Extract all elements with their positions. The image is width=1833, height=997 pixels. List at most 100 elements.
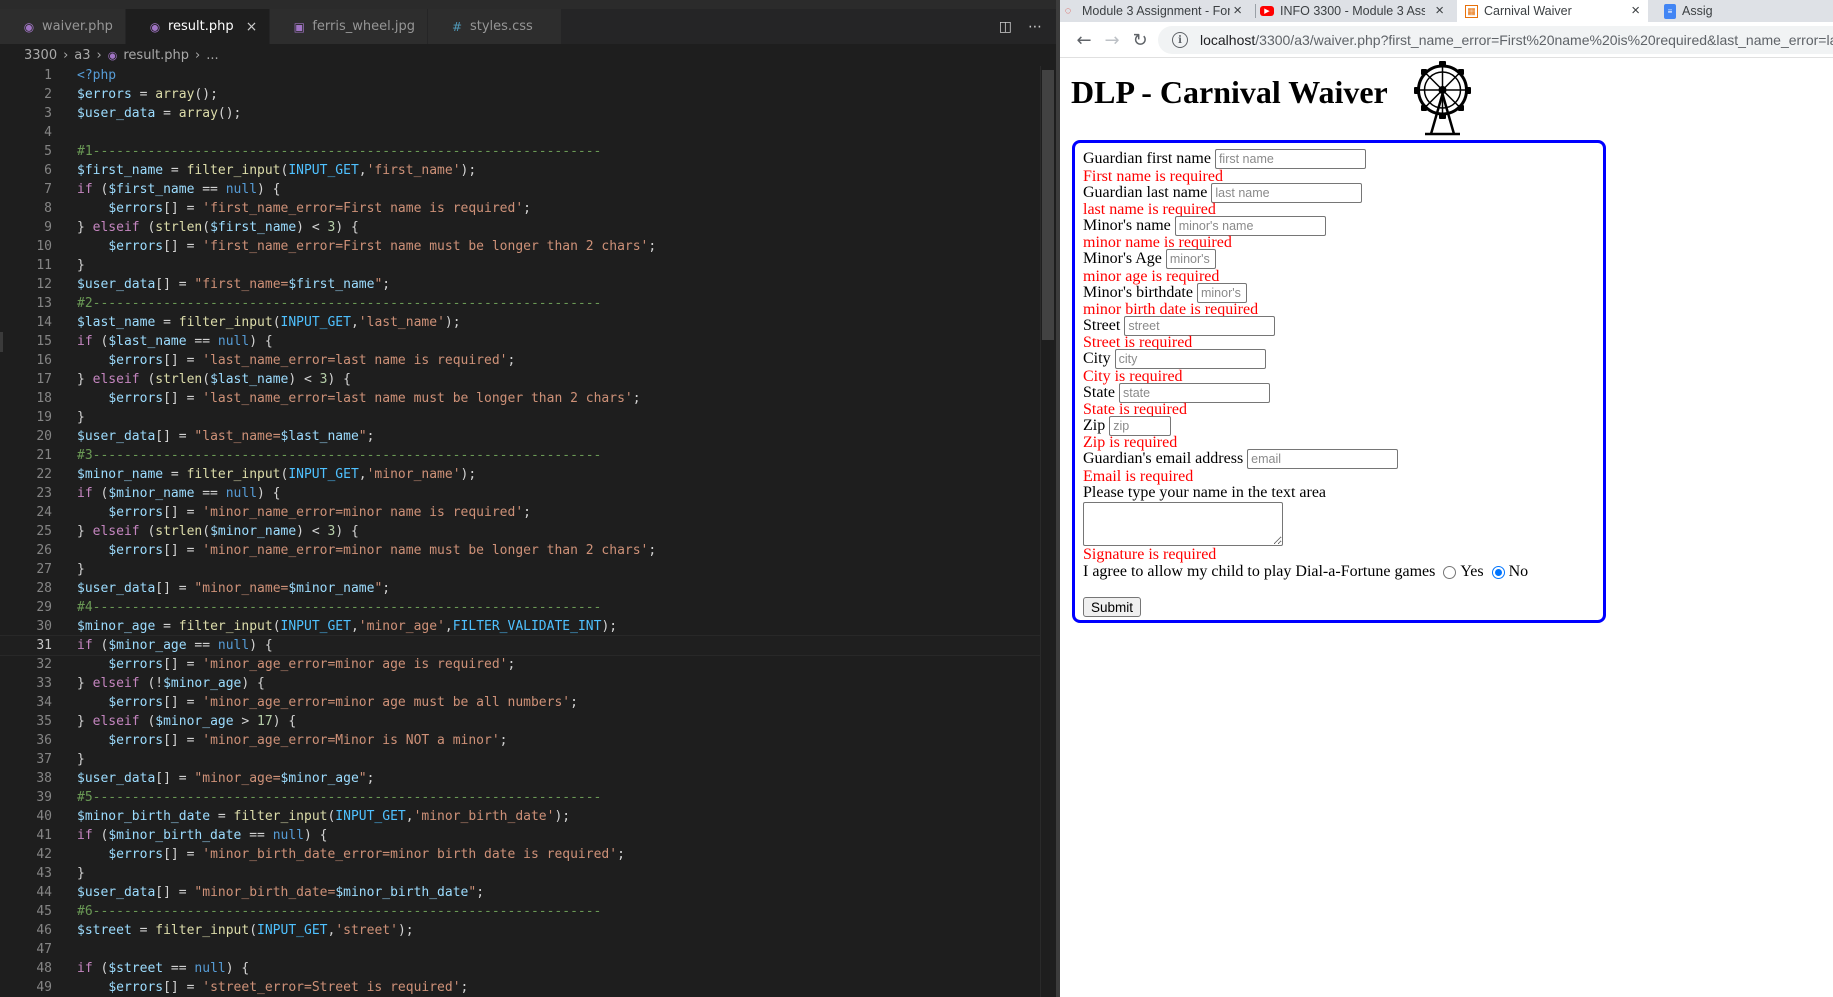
code-line[interactable]: 24 $errors[] = 'minor_name_error=minor n… (0, 503, 1040, 522)
code-line[interactable]: 26 $errors[] = 'minor_name_error=minor n… (0, 541, 1040, 560)
minor-age-input[interactable] (1165, 249, 1216, 269)
code-line[interactable]: 45 #6------------------------------------… (0, 902, 1040, 921)
code-line[interactable]: 21 #3------------------------------------… (0, 446, 1040, 465)
code-line[interactable]: 10 $errors[] = 'first_name_error=First n… (0, 237, 1040, 256)
site-info-icon[interactable]: i (1172, 32, 1188, 48)
code-line[interactable]: 37} (0, 750, 1040, 769)
browser-tab-youtube[interactable]: ▶ INFO 3300 - Module 3 Assignm × (1260, 0, 1452, 22)
browser-tab-docs[interactable]: ≡ Assig (1656, 0, 1833, 22)
code-line[interactable]: 1 <?php (0, 66, 1040, 85)
code-line[interactable]: 49 $errors[] = 'street_error=Street is r… (0, 978, 1040, 997)
code-line[interactable]: 32 $errors[] = 'minor_age_error=minor ag… (0, 655, 1040, 674)
split-editor-icon[interactable]: ◫ (999, 19, 1012, 35)
code-line[interactable]: 27} (0, 560, 1040, 579)
line-number: 1 (44, 68, 52, 83)
forward-arrow-icon[interactable]: → (1100, 28, 1124, 52)
code-line[interactable]: 38 $user_data[] = "minor_age=$minor_age"; (0, 769, 1040, 788)
code-line[interactable]: 5 #1-------------------------------------… (0, 142, 1040, 161)
street-input[interactable] (1124, 316, 1276, 336)
code-line[interactable]: 13 #2------------------------------------… (0, 294, 1040, 313)
code-line[interactable]: 39 #5------------------------------------… (0, 788, 1040, 807)
code-line[interactable]: 30 $minor_age = filter_input(INPUT_GET,'m… (0, 617, 1040, 636)
line-number: 14 (36, 315, 52, 330)
state-input[interactable] (1119, 383, 1270, 403)
code-line[interactable]: 28 $user_data[] = "minor_name=$minor_name… (0, 579, 1040, 598)
agree-yes-label[interactable]: Yes (1460, 562, 1483, 582)
code-line[interactable]: 22 $minor_name = filter_input(INPUT_GET,'… (0, 465, 1040, 484)
code-line[interactable]: 8 $errors[] = 'first_name_error=First na… (0, 199, 1040, 218)
code-line[interactable]: 17} elseif (strlen($last_name) < 3) { (0, 370, 1040, 389)
code-text: } (77, 864, 85, 883)
address-bar[interactable]: i localhost/3300/a3/waiver.php?first_nam… (1158, 26, 1833, 54)
breadcrumb-item[interactable]: ... (206, 48, 218, 63)
city-input[interactable] (1114, 349, 1266, 369)
code-text: } (77, 408, 85, 427)
code-token: $minor_name (288, 581, 375, 596)
code-token: if (77, 334, 93, 349)
code-line[interactable]: 15 if ($last_name == null) { (0, 332, 1040, 351)
code-line[interactable]: 14 $last_name = filter_input(INPUT_GET,'l… (0, 313, 1040, 332)
agree-no-radio[interactable] (1491, 565, 1505, 579)
code-area[interactable]: 1 <?php 2 $errors = array(); 3 $user_data = a… (0, 66, 1041, 997)
code-line[interactable]: 25} elseif (strlen($minor_name) < 3) { (0, 522, 1040, 541)
submit-button[interactable]: Submit (1083, 597, 1142, 617)
browser-tab-title: INFO 3300 - Module 3 Assignm (1280, 4, 1425, 18)
code-line[interactable]: 43} (0, 864, 1040, 883)
agree-yes-radio[interactable] (1443, 565, 1457, 579)
browser-tab-module3-form[interactable]: ◌ Module 3 Assignment - Form Va × (1060, 0, 1250, 22)
breadcrumb-item[interactable]: result.php (123, 48, 189, 63)
code-line[interactable]: 3 $user_data = array(); (0, 104, 1040, 123)
code-line[interactable]: 18 $errors[] = 'last_name_error=last nam… (0, 389, 1040, 408)
code-line[interactable]: 29 #4------------------------------------… (0, 598, 1040, 617)
code-line[interactable]: 23 if ($minor_name == null) { (0, 484, 1040, 503)
code-token: elseif (92, 220, 140, 235)
code-token: $minor_name (108, 486, 195, 501)
tab-ferris-wheel-jpg[interactable]: ▣ ferris_wheel.jpg (270, 9, 428, 44)
code-line[interactable]: 20 $user_data[] = "last_name=$last_name"; (0, 427, 1040, 446)
code-line[interactable]: 12 $user_data[] = "first_name=$first_name… (0, 275, 1040, 294)
zip-input[interactable] (1109, 416, 1172, 436)
code-line[interactable]: 33} elseif (!$minor_age) { (0, 674, 1040, 693)
close-icon[interactable]: × (1631, 2, 1640, 19)
signature-textarea[interactable] (1083, 502, 1283, 546)
tab-waiver-php[interactable]: ◉ waiver.php (0, 9, 126, 44)
code-line[interactable]: 19} (0, 408, 1040, 427)
minor-birthdate-input[interactable] (1196, 283, 1247, 303)
code-line[interactable]: 7 if ($first_name == null) { (0, 180, 1040, 199)
code-line[interactable]: 9} elseif (strlen($first_name) < 3) { (0, 218, 1040, 237)
code-line[interactable]: 44 $user_data[] = "minor_birth_date=$mino… (0, 883, 1040, 902)
code-line[interactable]: 6 $first_name = filter_input(INPUT_GET,'f… (0, 161, 1040, 180)
browser-tab-carnival-waiver[interactable]: ▦ Carnival Waiver × (1457, 0, 1648, 22)
scrollbar-thumb[interactable] (1042, 70, 1054, 340)
back-arrow-icon[interactable]: ← (1072, 28, 1096, 52)
minor-name-input[interactable] (1174, 216, 1326, 236)
agree-no-label[interactable]: No (1509, 562, 1529, 582)
code-line[interactable]: 46 $street = filter_input(INPUT_GET,'stre… (0, 921, 1040, 940)
email-input[interactable] (1247, 449, 1399, 469)
first-name-input[interactable] (1214, 149, 1366, 169)
breadcrumb-item[interactable]: a3 (74, 48, 90, 63)
reload-icon[interactable]: ↻ (1128, 28, 1152, 52)
breadcrumb-item[interactable]: 3300 (24, 48, 57, 63)
last-name-input[interactable] (1211, 183, 1363, 203)
code-line[interactable]: 41 if ($minor_birth_date == null) { (0, 826, 1040, 845)
tab-styles-css[interactable]: # styles.css (427, 9, 562, 44)
code-line[interactable]: 47 (0, 940, 1040, 959)
tab-result-php[interactable]: ◉ result.php × (125, 9, 271, 44)
code-line[interactable]: 2 $errors = array(); (0, 85, 1040, 104)
code-line[interactable]: 11} (0, 256, 1040, 275)
code-line[interactable]: 48 if ($street == null) { (0, 959, 1040, 978)
code-line[interactable]: 16 $errors[] = 'last_name_error=last nam… (0, 351, 1040, 370)
code-token: == (194, 182, 226, 197)
close-icon[interactable]: × (246, 19, 258, 35)
code-line[interactable]: 34 $errors[] = 'minor_age_error=minor ag… (0, 693, 1040, 712)
close-icon[interactable]: × (1435, 2, 1444, 19)
more-actions-icon[interactable]: ⋯ (1028, 19, 1042, 35)
code-line[interactable]: 31 if ($minor_age == null) { (0, 635, 1041, 656)
code-line[interactable]: 36 $errors[] = 'minor_age_error=Minor is… (0, 731, 1040, 750)
code-line[interactable]: 42 $errors[] = 'minor_birth_date_error=m… (0, 845, 1040, 864)
code-line[interactable]: 35} elseif ($minor_age > 17) { (0, 712, 1040, 731)
code-line[interactable]: 40 $minor_birth_date = filter_input(INPUT… (0, 807, 1040, 826)
close-icon[interactable]: × (1233, 2, 1242, 19)
code-line[interactable]: 4 (0, 123, 1040, 142)
